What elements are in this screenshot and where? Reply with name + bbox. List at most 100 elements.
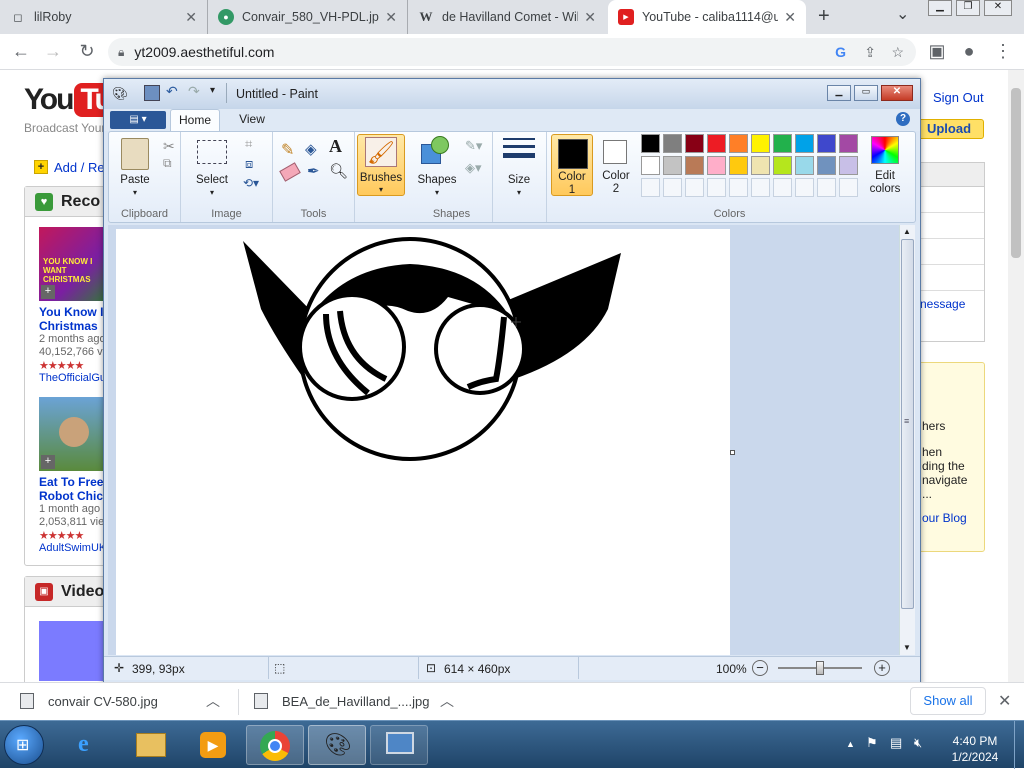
palette-swatch[interactable] [663, 156, 682, 175]
show-desktop-button[interactable] [1014, 721, 1024, 769]
restore-icon[interactable]: ❐ [956, 0, 980, 16]
cut-icon[interactable]: ✂ [163, 138, 175, 155]
palette-swatch[interactable] [707, 156, 726, 175]
add-remove-link[interactable]: Add / Re [54, 160, 105, 175]
palette-swatch[interactable] [773, 156, 792, 175]
video-thumbnail[interactable] [39, 621, 111, 681]
palette-swatch[interactable] [751, 134, 770, 153]
palette-swatch[interactable] [685, 178, 704, 197]
text-icon[interactable]: A [329, 136, 342, 157]
color-picker-icon[interactable]: ✒ [307, 162, 320, 180]
crop-icon[interactable]: ⌗ [245, 136, 252, 152]
palette-swatch[interactable] [729, 134, 748, 153]
scroll-down-icon[interactable]: ▼ [903, 643, 911, 652]
copy-icon[interactable]: ⧉ [163, 156, 172, 171]
new-tab-button[interactable]: + [818, 5, 830, 28]
reload-icon[interactable]: ↻ [76, 41, 98, 62]
palette-swatch[interactable] [641, 178, 660, 197]
outline-icon[interactable]: ✎▾ [465, 138, 482, 154]
scrollbar-thumb[interactable] [1011, 88, 1021, 258]
url-bar[interactable]: 🔒︎ yt2009.aesthetiful.com G ⇪ ☆ [108, 38, 916, 66]
shapes-button[interactable]: Shapes [413, 174, 461, 186]
palette-swatch[interactable] [839, 178, 858, 197]
quick-access-dropdown-icon[interactable]: ▾ [210, 85, 215, 96]
paste-button[interactable]: Paste [115, 174, 155, 186]
paste-icon[interactable] [121, 138, 149, 170]
zoom-out-icon[interactable]: − [752, 660, 768, 676]
select-dropdown-icon[interactable]: ▾ [202, 188, 222, 197]
blog-link[interactable]: our Blog [922, 511, 984, 525]
palette-swatch[interactable] [817, 134, 836, 153]
redo-icon[interactable]: ↷ [188, 83, 200, 100]
palette-swatch[interactable] [817, 156, 836, 175]
size-dropdown-icon[interactable]: ▾ [509, 188, 529, 197]
palette-swatch[interactable] [773, 134, 792, 153]
show-hidden-icons[interactable]: ▲ [846, 739, 855, 749]
tab-lilroby[interactable]: ◻ lilRoby ✕ [0, 0, 208, 34]
zoom-slider[interactable] [778, 661, 862, 675]
help-icon[interactable]: ? [896, 112, 910, 126]
select-icon[interactable] [197, 140, 227, 164]
video-thumbnail[interactable]: + [39, 397, 111, 471]
palette-swatch[interactable] [707, 178, 726, 197]
select-button[interactable]: Select [187, 174, 237, 186]
close-shelf-icon[interactable]: ✕ [998, 691, 1011, 711]
palette-swatch[interactable] [663, 178, 682, 197]
volume-icon[interactable]: 🔇︎ [914, 735, 922, 751]
page-scrollbar[interactable] [1008, 70, 1024, 682]
scrollbar-thumb[interactable]: ≡ [901, 239, 914, 609]
menu-icon[interactable]: ⋮ [992, 41, 1014, 62]
tab-search-button[interactable]: ⌄ [896, 4, 909, 24]
taskbar-paint[interactable]: 🎨︎ [308, 725, 366, 765]
maximize-icon[interactable]: ▭ [854, 85, 878, 101]
save-icon[interactable] [144, 85, 160, 101]
show-all-button[interactable]: Show all [910, 687, 986, 715]
sign-out-link[interactable]: Sign Out [933, 90, 984, 105]
palette-swatch[interactable] [641, 134, 660, 153]
bookmark-star-icon[interactable]: ☆ [891, 44, 904, 61]
palette-swatch[interactable] [795, 134, 814, 153]
back-icon[interactable]: ← [10, 41, 32, 62]
undo-icon[interactable]: ↶ [166, 83, 178, 100]
magnifier-icon[interactable]: 🔍︎ [329, 162, 348, 180]
minimize-icon[interactable]: ▁ [928, 0, 952, 16]
color2-button[interactable]: Color 2 [597, 134, 637, 196]
download-item-name[interactable]: BEA_de_Havilland_....jpg [282, 694, 429, 709]
upload-button[interactable]: Upload [914, 119, 984, 139]
canvas-vertical-scrollbar[interactable]: ▲ ≡ ▼ [899, 225, 915, 655]
palette-swatch[interactable] [817, 178, 836, 197]
taskbar-explorer[interactable] [122, 725, 180, 765]
eraser-icon[interactable] [279, 162, 301, 182]
scroll-up-icon[interactable]: ▲ [903, 227, 911, 236]
palette-swatch[interactable] [729, 156, 748, 175]
palette-swatch[interactable] [707, 134, 726, 153]
palette-swatch[interactable] [685, 156, 704, 175]
action-center-icon[interactable]: ⚑ [866, 735, 878, 751]
palette-swatch[interactable] [729, 178, 748, 197]
close-tab-icon[interactable]: ✕ [584, 9, 596, 26]
lock-icon[interactable]: 🔒︎ [118, 45, 124, 60]
side-panel-icon[interactable]: ▣ [926, 41, 948, 62]
paint-menu-button[interactable]: ▤ ▾ [110, 111, 166, 129]
palette-swatch[interactable] [663, 134, 682, 153]
palette-swatch[interactable] [795, 178, 814, 197]
pencil-icon[interactable]: ✎ [281, 140, 294, 160]
edit-colors-button[interactable]: Edit colors [865, 134, 905, 196]
share-icon[interactable]: ⇪ [864, 44, 876, 61]
close-icon[interactable]: ✕ [881, 85, 913, 101]
palette-swatch[interactable] [773, 178, 792, 197]
zoom-in-icon[interactable]: + [874, 660, 890, 676]
add-to-quicklist-icon[interactable]: + [41, 285, 55, 299]
fill-icon[interactable]: ◈ [305, 140, 317, 158]
taskbar-media[interactable]: ▶ [184, 725, 242, 765]
close-tab-icon[interactable]: ✕ [385, 9, 397, 26]
shapes-dropdown-icon[interactable]: ▾ [427, 188, 447, 197]
tab-comet[interactable]: W de Havilland Comet - Wik ✕ [408, 0, 606, 34]
palette-swatch[interactable] [685, 134, 704, 153]
palette-swatch[interactable] [839, 156, 858, 175]
palette-swatch[interactable] [641, 156, 660, 175]
zoom-slider-thumb[interactable] [816, 661, 824, 675]
close-tab-icon[interactable]: ✕ [185, 9, 197, 26]
download-item-name[interactable]: convair CV-580.jpg [48, 694, 158, 709]
tab-youtube[interactable]: ▶ YouTube - caliba1114@u ✕ [608, 0, 806, 34]
